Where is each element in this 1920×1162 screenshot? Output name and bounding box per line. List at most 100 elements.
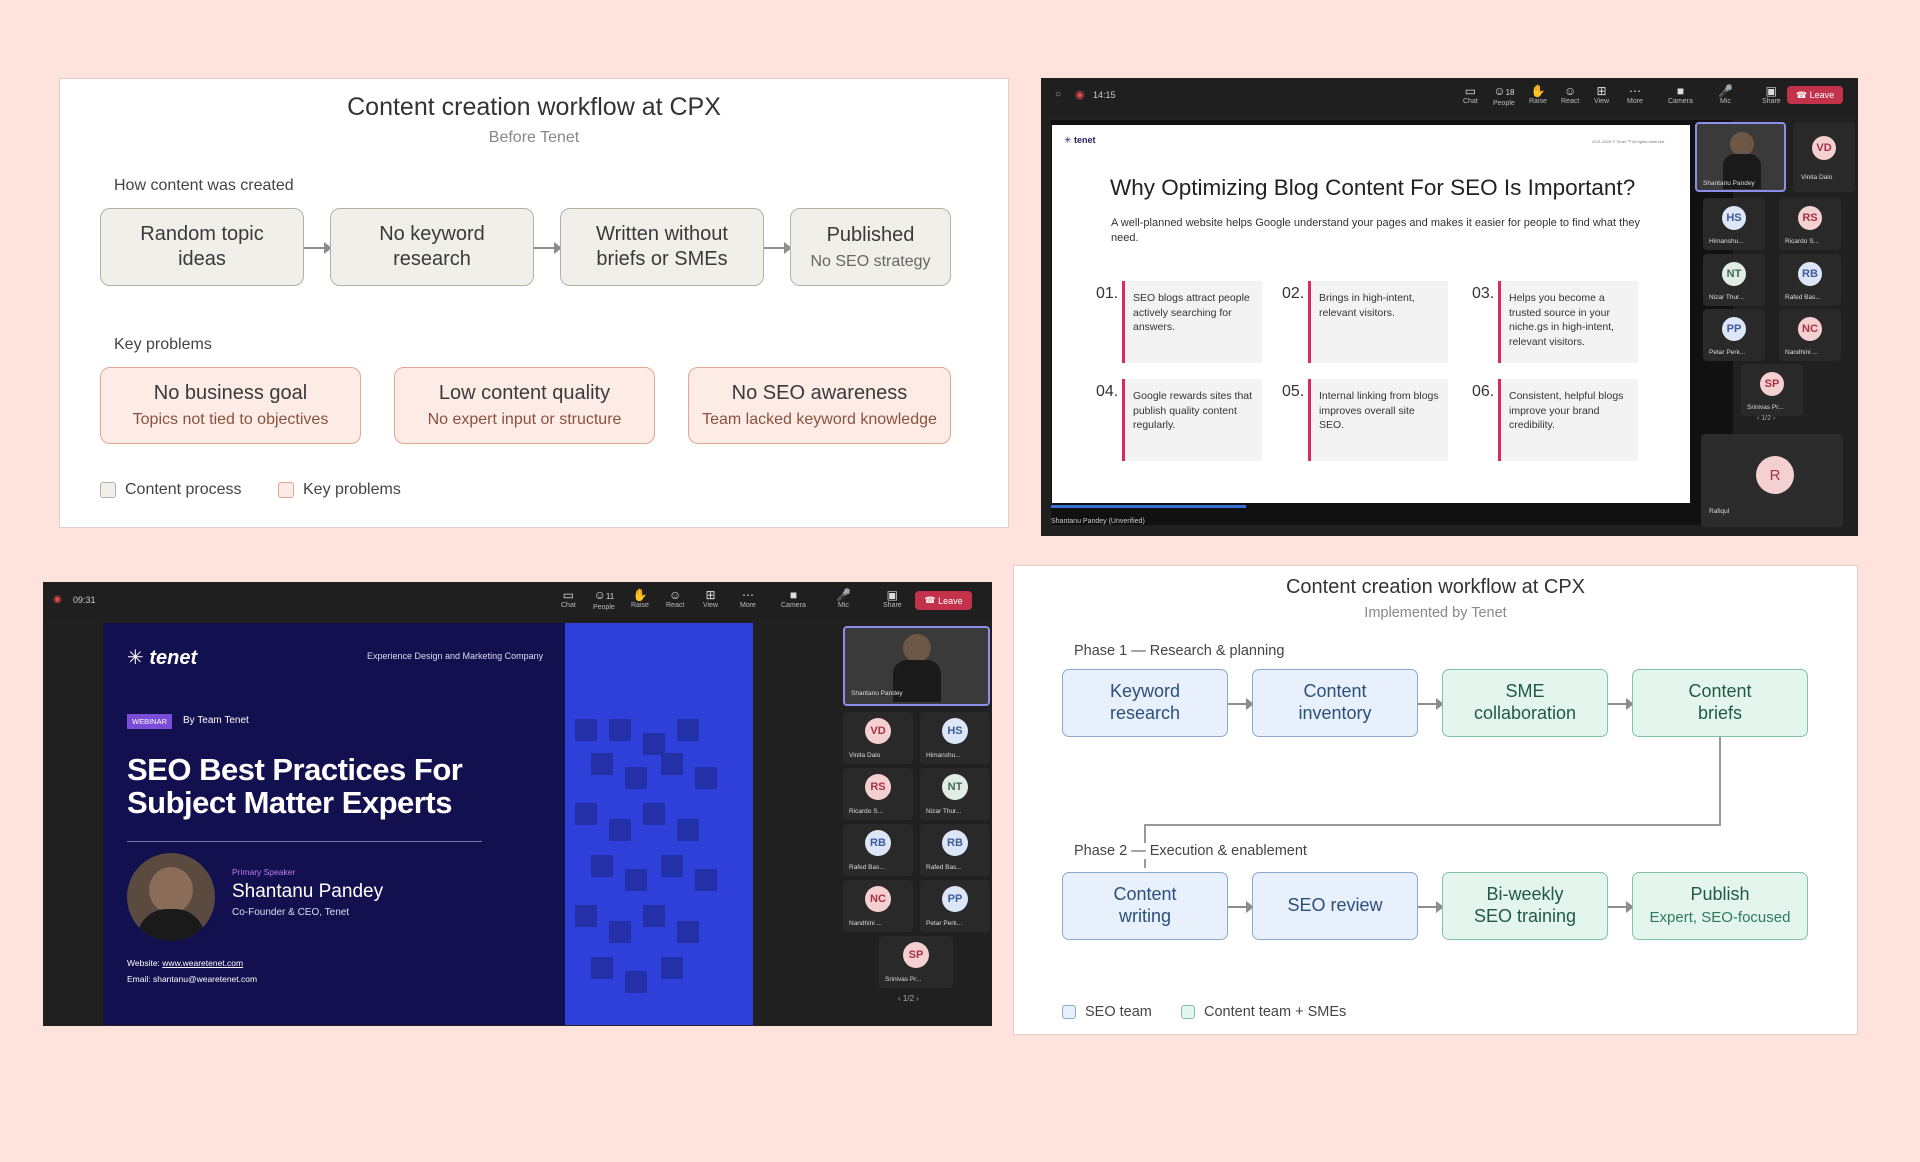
participant-tile[interactable]: SP Srinivas Pr... [1741,364,1803,416]
more-button[interactable]: ⋯ More [740,588,756,609]
item-number: 04. [1096,383,1119,400]
step-label: Content writing [1113,884,1177,926]
speaker-tile[interactable]: Shantanu Pandey [843,626,990,706]
slide-intro: A well-planned website helps Google unde… [1111,217,1640,245]
website-label: Website: [127,958,160,968]
page-indicator[interactable]: ‹ 1/2 › [898,994,919,1003]
participant-tile[interactable]: RB Rafed Bas... [1779,254,1841,306]
webinar-slide: ✳ tenet Experience Design and Marketing … [103,623,753,1025]
participant-tile[interactable]: RB Rafed Bas... [843,824,913,876]
connector-line [1719,737,1721,825]
share-button[interactable]: ▣ Share [1762,84,1781,105]
tile-name: Nandhini ... [849,920,882,927]
speaker-shirt [137,909,205,941]
avatar: PP [1722,317,1746,341]
mic-button[interactable]: 🎤 Mic [1718,84,1733,105]
participant-tile[interactable]: NC Nandhini ... [843,880,913,932]
toolbar-label: Mic [838,602,849,609]
toolbar-label: People [1493,100,1515,107]
participant-tile[interactable]: SP Srinivas Pr... [879,936,953,988]
participant-tile[interactable]: NT Nizar Thur... [1703,254,1765,306]
share-button[interactable]: ▣ Share [883,588,902,609]
people-button[interactable]: ☺18 People [1493,84,1515,107]
participant-tile[interactable]: R Rafiqul [1701,434,1843,527]
tile-name: Rafed Bas... [1785,294,1821,301]
participant-tile[interactable]: HS Himanshu... [1703,198,1765,250]
speaker-tile[interactable]: Shantanu Pandey [1695,122,1786,192]
leave-button[interactable]: ☎ Leave [915,591,972,610]
title-line: SEO Best Practices For [127,752,463,787]
avatar: RB [1798,262,1822,286]
participant-tile[interactable]: NT Nizar Thur... [920,768,990,820]
more-button[interactable]: ⋯ More [1627,84,1643,105]
chat-button[interactable]: ▭ Chat [1463,84,1478,105]
item-number: 05. [1282,383,1305,400]
tile-name: Rafiqul [1709,508,1730,515]
participant-tile[interactable]: PP Petar Perk... [920,880,990,932]
speaker-position: Co-Founder & CEO, Tenet [232,907,350,918]
camera-button[interactable]: ■ Camera [781,588,806,609]
chat-button[interactable]: ▭ Chat [561,588,576,609]
problem-sub: Team lacked keyword knowledge [702,411,937,428]
leave-label: Leave [938,595,963,606]
view-button[interactable]: ⊞ View [1594,84,1609,105]
phone-icon: ☎ [1795,89,1810,100]
participant-tile[interactable]: RS Ricardo S... [1779,198,1841,250]
workflow-step: Content briefs [1632,669,1808,737]
step-label: Keyword research [1109,681,1181,723]
flow-step-label: Random topic ideas [140,223,264,270]
raise-button[interactable]: ✋ Raise [631,588,649,609]
panel-subtitle: Implemented by Tenet [1364,605,1507,621]
logo-text: tenet [1074,135,1096,145]
camera-button[interactable]: ■ Camera [1668,84,1693,105]
participant-tile[interactable]: VD Vinita Dalo [843,712,913,764]
toolbar-label: Chat [1463,98,1478,105]
page-indicator[interactable]: ‹ 1/2 › [1757,415,1775,422]
tile-name: Shantanu Pandey [851,690,903,697]
flow-step-label: Written without briefs or SMEs [596,223,728,270]
avatar: NC [1798,317,1822,341]
legend-label: SEO team [1085,1004,1152,1020]
tenet-logo: ✳ tenet [127,647,198,669]
people-count: 18 [1505,88,1515,97]
speaker-photo [127,853,215,941]
arrow [304,242,332,254]
leave-button[interactable]: ☎ Leave [1787,86,1843,104]
participant-tile[interactable]: VD Vinita Dalo [1793,122,1855,192]
participant-tile[interactable]: RB Rafed Bas... [920,824,990,876]
participant-tile[interactable]: RS Ricardo S... [843,768,913,820]
react-button[interactable]: ☺ React [1561,84,1579,105]
website-link[interactable]: www.wearetenet.com [162,958,243,968]
participant-tile[interactable]: HS Himanshu... [920,712,990,764]
chat-icon: ▭ [1464,84,1477,98]
view-button[interactable]: ⊞ View [703,588,718,609]
toolbar-label: More [740,602,756,609]
tile-name: Vinita Dalo [849,752,881,759]
participant-tile[interactable]: NC Nandhini ... [1779,309,1841,361]
react-button[interactable]: ☺ React [666,588,684,609]
view-icon: ⊞ [1596,84,1607,98]
page-number: 1/2 [1761,415,1772,422]
people-count: 11 [605,592,615,601]
shared-slide: ✳ tenet 2021-2026 © Tenet ™ All rights r… [1052,125,1690,503]
item-number: 03. [1472,285,1495,302]
raise-button[interactable]: ✋ Raise [1529,84,1547,105]
avatar: R [1756,456,1794,494]
arrow [1608,901,1634,913]
mic-button[interactable]: 🎤 Mic [836,588,851,609]
problem-title: No business goal [153,382,308,404]
step-label: Publish [1690,884,1750,905]
toolbar-label: Mic [1720,98,1731,105]
copyright: 2021-2026 © Tenet ™ All rights reserved. [1592,139,1666,144]
by-line: By Team Tenet [183,715,249,726]
arrow [1228,901,1254,913]
toolbar-label: Share [883,602,902,609]
problem-card: Low content quality No expert input or st… [394,367,655,444]
tile-name: Vinita Dalo [1801,174,1833,181]
presenter-name: Shantanu Pandey (Unverified) [1051,518,1145,525]
avatar: RB [942,830,968,856]
problem-card: No SEO awareness Team lacked keyword know… [688,367,951,444]
people-button[interactable]: ☺11 People [593,588,615,611]
participant-tile[interactable]: PP Petar Perk... [1703,309,1765,361]
tile-name: Srinivas Pr... [1747,404,1784,411]
